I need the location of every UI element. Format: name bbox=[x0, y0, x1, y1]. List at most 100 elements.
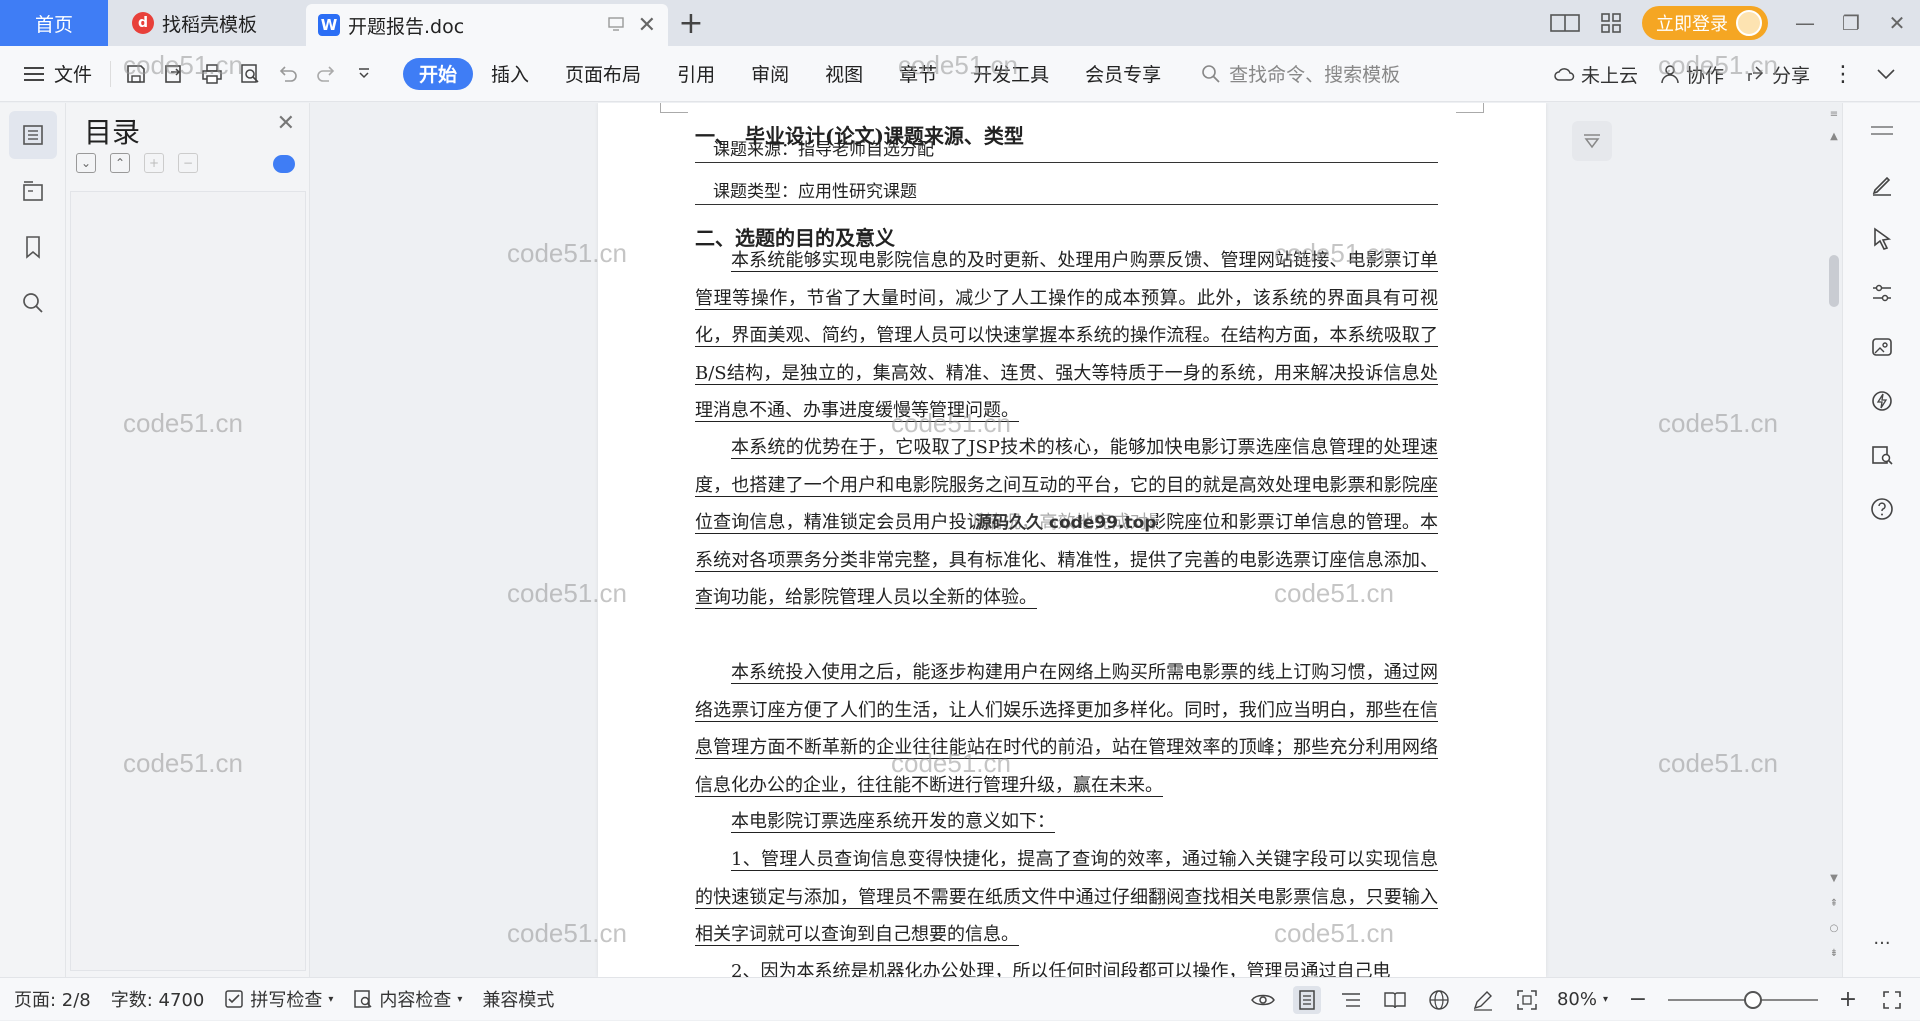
screen-icon[interactable] bbox=[607, 14, 624, 36]
compat-mode-label: 兼容模式 bbox=[482, 990, 555, 1011]
vertical-scrollbar[interactable]: ≡ ▲ ▼ ⇞ ○ ⇟ bbox=[1826, 103, 1842, 977]
search-icon bbox=[1202, 64, 1220, 83]
cloud-icon bbox=[1554, 68, 1575, 81]
fit-page-icon[interactable] bbox=[1513, 986, 1541, 1014]
title-tab-bar: 首页 d 找稻壳模板 W 开题报告.doc ✕ + 立即登录 — ❐ ✕ bbox=[0, 0, 1920, 46]
collaborate-button[interactable]: 协作 bbox=[1660, 61, 1724, 88]
annotate-pen-icon[interactable] bbox=[1469, 986, 1497, 1014]
zoom-slider-knob[interactable] bbox=[1744, 990, 1762, 1009]
undo-icon[interactable] bbox=[275, 61, 301, 87]
hamburger-icon bbox=[24, 66, 44, 81]
promote-level-icon[interactable]: + bbox=[144, 153, 164, 173]
collapse-rail-icon[interactable] bbox=[1862, 111, 1902, 151]
tab-developer[interactable]: 开发工具 bbox=[955, 58, 1067, 90]
grid-apps-icon[interactable] bbox=[1588, 0, 1634, 46]
tab-start[interactable]: 开始 bbox=[403, 57, 474, 90]
toc-panel-button[interactable] bbox=[9, 111, 57, 159]
find-button[interactable] bbox=[9, 279, 57, 327]
tab-references[interactable]: 引用 bbox=[659, 58, 733, 90]
doc-filter-button[interactable] bbox=[1572, 121, 1612, 161]
scrollbar-thumb[interactable] bbox=[1829, 255, 1839, 307]
scroll-up-icon[interactable]: ▲ bbox=[1828, 131, 1840, 143]
status-bar: 页面: 2/8 字数: 4700 拼写检查 ▾ 内容检查 ▾ 兼容模式 80% … bbox=[0, 977, 1920, 1020]
word-count[interactable]: 字数: 4700 bbox=[111, 986, 205, 1012]
collapse-all-icon[interactable]: ⌃ bbox=[110, 153, 130, 173]
customize-toolbar-icon[interactable] bbox=[351, 61, 377, 87]
fill-line-type: 课题类型：应用性研究课题 bbox=[695, 175, 1438, 205]
reading-mode-icon[interactable] bbox=[1862, 435, 1902, 475]
next-page-icon[interactable]: ⇟ bbox=[1828, 948, 1840, 960]
toc-title: 目录 bbox=[84, 116, 141, 149]
help-icon[interactable] bbox=[1862, 489, 1902, 529]
spell-check-icon bbox=[225, 990, 244, 1008]
zoom-out-icon[interactable]: − bbox=[1624, 986, 1652, 1014]
reading-layout-icon[interactable] bbox=[1542, 0, 1588, 46]
quick-access-toolbar bbox=[110, 60, 389, 87]
document-canvas: 一、 毕业设计(论文)课题来源、类型 课题来源：指导老师自选分配 课题类型：应用… bbox=[310, 103, 1842, 977]
print-icon[interactable] bbox=[199, 61, 225, 87]
new-tab-button[interactable]: + bbox=[668, 0, 714, 46]
tab-insert[interactable]: 插入 bbox=[473, 58, 547, 90]
avatar bbox=[1736, 10, 1762, 36]
zoom-level-select[interactable]: 80% ▾ bbox=[1557, 989, 1608, 1010]
close-icon[interactable]: ✕ bbox=[277, 111, 295, 136]
minimize-icon[interactable]: — bbox=[1782, 0, 1828, 46]
tab-member[interactable]: 会员专享 bbox=[1067, 58, 1179, 90]
tab-review[interactable]: 审阅 bbox=[733, 58, 807, 90]
wps-writer-logo-icon: W bbox=[318, 14, 340, 36]
scroll-top-icon[interactable]: ≡ bbox=[1828, 109, 1840, 121]
restore-icon[interactable]: ❐ bbox=[1828, 0, 1874, 46]
chapter-icon bbox=[23, 181, 43, 201]
pen-edit-icon[interactable] bbox=[1862, 165, 1902, 205]
content-check-button[interactable]: 内容检查 ▾ bbox=[353, 986, 462, 1012]
cloud-status-button[interactable]: 未上云 bbox=[1553, 61, 1638, 88]
more-options-icon[interactable]: ⋮ bbox=[1832, 62, 1854, 87]
tab-templates[interactable]: d 找稻壳模板 bbox=[108, 0, 300, 46]
bookmark-button[interactable] bbox=[9, 223, 57, 271]
tab-page-layout[interactable]: 页面布局 bbox=[547, 58, 659, 90]
body-paragraph: 本系统能够实现电影院信息的及时更新、处理用户购票反馈、管理网站链接、电影票订单管… bbox=[695, 250, 1438, 421]
file-menu-button[interactable]: 文件 bbox=[0, 60, 110, 87]
demote-level-icon[interactable]: − bbox=[178, 153, 198, 173]
tab-view[interactable]: 视图 bbox=[807, 58, 881, 90]
more-tools-icon[interactable]: ··· bbox=[1862, 923, 1902, 963]
page-view-icon[interactable] bbox=[1292, 985, 1321, 1014]
prev-page-icon[interactable]: ⇞ bbox=[1828, 898, 1840, 910]
tab-sections[interactable]: 章节 bbox=[881, 58, 955, 90]
page-indicator[interactable]: 页面: 2/8 bbox=[14, 986, 91, 1012]
zoom-slider[interactable] bbox=[1668, 990, 1818, 1009]
image-tools-icon[interactable] bbox=[1862, 327, 1902, 367]
save-icon[interactable] bbox=[123, 61, 149, 87]
share-button[interactable]: 分享 bbox=[1746, 61, 1810, 88]
browse-object-icon[interactable]: ○ bbox=[1828, 923, 1840, 935]
share-label: 分享 bbox=[1771, 64, 1810, 87]
login-button[interactable]: 立即登录 bbox=[1642, 6, 1768, 40]
zoom-in-icon[interactable]: + bbox=[1834, 986, 1862, 1014]
print-preview-icon[interactable] bbox=[237, 61, 263, 87]
bookmark-icon bbox=[26, 236, 40, 259]
chapter-nav-button[interactable] bbox=[9, 167, 57, 215]
scroll-down-icon[interactable]: ▼ bbox=[1828, 873, 1840, 885]
select-cursor-icon[interactable] bbox=[1862, 219, 1902, 259]
web-view-icon[interactable] bbox=[1425, 986, 1453, 1014]
ai-assistant-icon[interactable] bbox=[1862, 381, 1902, 421]
document-page[interactable]: 一、 毕业设计(论文)课题来源、类型 课题来源：指导老师自选分配 课题类型：应用… bbox=[598, 103, 1546, 977]
tab-document-label: 开题报告.doc bbox=[348, 15, 465, 38]
spell-check-button[interactable]: 拼写检查 ▾ bbox=[224, 986, 333, 1012]
outline-view-icon[interactable] bbox=[1337, 986, 1365, 1014]
collapse-ribbon-icon[interactable] bbox=[1876, 68, 1896, 80]
close-window-icon[interactable]: ✕ bbox=[1874, 0, 1920, 46]
close-tab-icon[interactable]: ✕ bbox=[638, 13, 656, 38]
smart-toc-icon[interactable] bbox=[273, 155, 295, 173]
redo-icon[interactable] bbox=[313, 61, 339, 87]
fullscreen-icon[interactable] bbox=[1878, 986, 1906, 1014]
export-pdf-icon[interactable] bbox=[161, 61, 187, 87]
dropdown-arrow-icon: ▾ bbox=[328, 993, 334, 1005]
command-search[interactable]: 查找命令、搜索模板 bbox=[1201, 60, 1400, 87]
expand-all-icon[interactable]: ⌄ bbox=[76, 153, 96, 173]
tab-home[interactable]: 首页 bbox=[0, 0, 108, 46]
adjust-settings-icon[interactable] bbox=[1862, 273, 1902, 313]
tab-document[interactable]: W 开题报告.doc ✕ bbox=[306, 4, 668, 46]
read-view-icon[interactable] bbox=[1381, 986, 1409, 1014]
eye-protection-icon[interactable] bbox=[1249, 986, 1277, 1014]
